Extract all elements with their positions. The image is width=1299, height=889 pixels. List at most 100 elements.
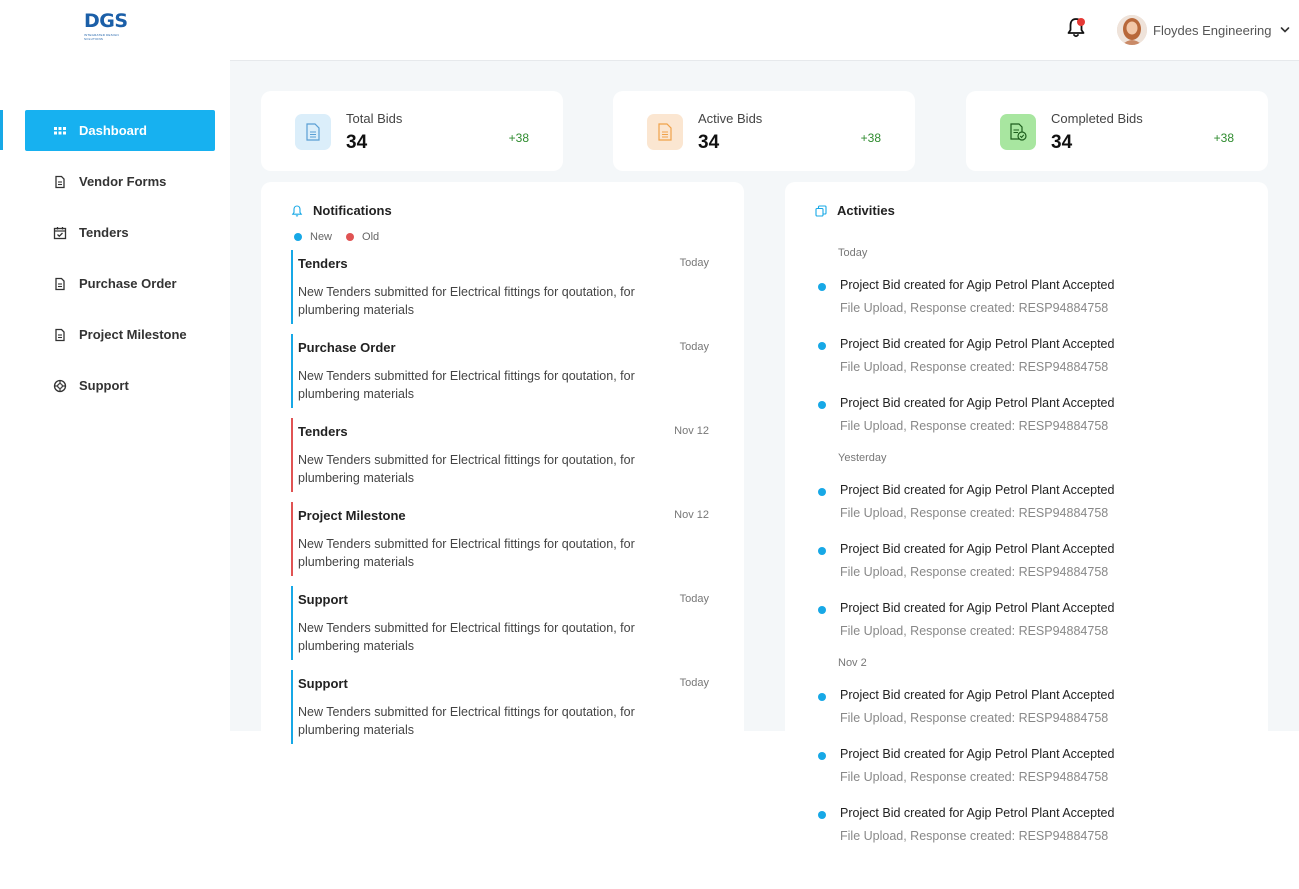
activity-subtitle: File Upload, Response created: RESP94884… (840, 565, 1109, 579)
activity-dot (818, 401, 826, 409)
notification-item[interactable]: Project Milestone Nov 12 New Tenders sub… (291, 502, 719, 576)
activity-title: Project Bid created for Agip Petrol Plan… (840, 337, 1115, 351)
activity-subtitle: File Upload, Response created: RESP94884… (840, 711, 1109, 725)
stat-delta: +38 (1213, 131, 1234, 145)
notification-title: Project Milestone (298, 508, 406, 523)
logo-tagline: INTEGRATED DESIGN SOLUTIONS (84, 33, 119, 41)
status-bar (291, 670, 293, 744)
stat-delta: +38 (860, 131, 881, 145)
stat-value: 34 (1051, 132, 1073, 153)
notification-item[interactable]: Support Today New Tenders submitted for … (291, 586, 719, 660)
notification-date: Today (679, 677, 709, 689)
activity-item[interactable]: Project Bid created for Agip Petrol Plan… (818, 483, 1238, 529)
notification-title: Purchase Order (298, 340, 396, 355)
logo-text: DGS (84, 10, 128, 32)
sidebar-item-purchase-order[interactable]: Purchase Order (25, 263, 215, 304)
status-bar (291, 502, 293, 576)
copy-icon (815, 204, 827, 217)
checked-document-icon (1000, 114, 1036, 150)
notification-title: Support (298, 592, 348, 607)
stat-label: Completed Bids (1051, 111, 1143, 126)
sidebar-item-support[interactable]: Support (25, 365, 215, 406)
notification-date: Nov 12 (674, 425, 709, 437)
new-dot (294, 233, 302, 241)
chevron-down-icon (1280, 27, 1289, 33)
activity-title: Project Bid created for Agip Petrol Plan… (840, 542, 1115, 556)
notification-title: Support (298, 676, 348, 691)
activity-item[interactable]: Project Bid created for Agip Petrol Plan… (818, 278, 1238, 324)
activity-subtitle: File Upload, Response created: RESP94884… (840, 419, 1109, 433)
status-bar (291, 586, 293, 660)
notification-title: Tenders (298, 256, 348, 271)
activity-dot (818, 283, 826, 291)
activity-subtitle: File Upload, Response created: RESP94884… (840, 301, 1109, 315)
activity-dot (818, 606, 826, 614)
activity-item[interactable]: Project Bid created for Agip Petrol Plan… (818, 396, 1238, 442)
sidebar-item-project-milestone[interactable]: Project Milestone (25, 314, 215, 355)
document-icon (647, 114, 683, 150)
activities-title: Activities (815, 203, 895, 218)
stat-card-total-bids[interactable]: Total Bids 34 +38 (261, 91, 563, 171)
document-icon (55, 175, 65, 188)
sidebar-item-tenders[interactable]: Tenders (25, 212, 215, 253)
activity-dot (818, 488, 826, 496)
activity-dot (818, 693, 826, 701)
notification-body: New Tenders submitted for Electrical fit… (298, 537, 635, 569)
stat-card-completed-bids[interactable]: Completed Bids 34 +38 (966, 91, 1268, 171)
activity-dot (818, 752, 826, 760)
notifications-legend: New Old (294, 231, 393, 243)
document-icon (295, 114, 331, 150)
day-label: Today (838, 247, 868, 259)
stat-card-active-bids[interactable]: Active Bids 34 +38 (613, 91, 915, 171)
calendar-check-icon (53, 226, 67, 239)
activity-item[interactable]: Project Bid created for Agip Petrol Plan… (818, 542, 1238, 588)
stat-value: 34 (346, 132, 368, 153)
activity-title: Project Bid created for Agip Petrol Plan… (840, 483, 1115, 497)
lifebuoy-icon (53, 379, 67, 392)
activity-item[interactable]: Project Bid created for Agip Petrol Plan… (818, 601, 1238, 647)
grid-icon (54, 126, 66, 134)
day-label: Nov 2 (838, 657, 867, 669)
activity-item[interactable]: Project Bid created for Agip Petrol Plan… (818, 806, 1238, 852)
notification-body: New Tenders submitted for Electrical fit… (298, 453, 635, 485)
activity-item[interactable]: Project Bid created for Agip Petrol Plan… (818, 747, 1238, 793)
bell-icon (291, 204, 303, 217)
user-menu[interactable]: Floydes Engineering (1117, 15, 1290, 45)
stat-label: Active Bids (698, 111, 763, 126)
notification-date: Today (679, 593, 709, 605)
notification-body: New Tenders submitted for Electrical fit… (298, 285, 635, 317)
notification-item[interactable]: Purchase Order Today New Tenders submitt… (291, 334, 719, 408)
activity-subtitle: File Upload, Response created: RESP94884… (840, 770, 1109, 784)
activity-title: Project Bid created for Agip Petrol Plan… (840, 278, 1115, 292)
activity-item[interactable]: Project Bid created for Agip Petrol Plan… (818, 337, 1238, 383)
sidebar-item-vendor-forms[interactable]: Vendor Forms (25, 161, 215, 202)
stat-label: Total Bids (346, 111, 403, 126)
notification-date: Today (679, 341, 709, 353)
active-nav-marker (0, 110, 3, 150)
old-dot (346, 233, 355, 241)
notification-dot (1077, 18, 1085, 26)
status-bar (291, 334, 293, 408)
activity-title: Project Bid created for Agip Petrol Plan… (840, 747, 1115, 761)
sidebar-item-label: Dashboard (79, 123, 147, 138)
activity-title: Project Bid created for Agip Petrol Plan… (840, 688, 1115, 702)
sidebar-item-dashboard[interactable]: Dashboard (25, 110, 215, 151)
dgs-logo[interactable]: DGS INTEGRATED DESIGN SOLUTIONS (84, 10, 134, 42)
activity-subtitle: File Upload, Response created: RESP94884… (840, 360, 1109, 374)
top-bar: DGS INTEGRATED DESIGN SOLUTIONS Floydes … (0, 0, 1299, 60)
notification-item[interactable]: Support Today New Tenders submitted for … (291, 670, 719, 744)
user-name: Floydes Engineering (1153, 22, 1272, 38)
notification-date: Nov 12 (674, 509, 709, 521)
stat-value: 34 (698, 132, 720, 153)
activity-item[interactable]: Project Bid created for Agip Petrol Plan… (818, 688, 1238, 734)
activity-subtitle: File Upload, Response created: RESP94884… (840, 624, 1109, 638)
notification-item[interactable]: Tenders Today New Tenders submitted for … (291, 250, 719, 324)
panel-title-text: Activities (837, 203, 895, 218)
notification-title: Tenders (298, 424, 348, 439)
sidebar-item-label: Tenders (79, 225, 129, 240)
activity-title: Project Bid created for Agip Petrol Plan… (840, 396, 1115, 410)
notification-item[interactable]: Tenders Nov 12 New Tenders submitted for… (291, 418, 719, 492)
sidebar-item-label: Support (79, 378, 129, 393)
sidebar-item-label: Purchase Order (79, 276, 177, 291)
activity-title: Project Bid created for Agip Petrol Plan… (840, 601, 1115, 615)
